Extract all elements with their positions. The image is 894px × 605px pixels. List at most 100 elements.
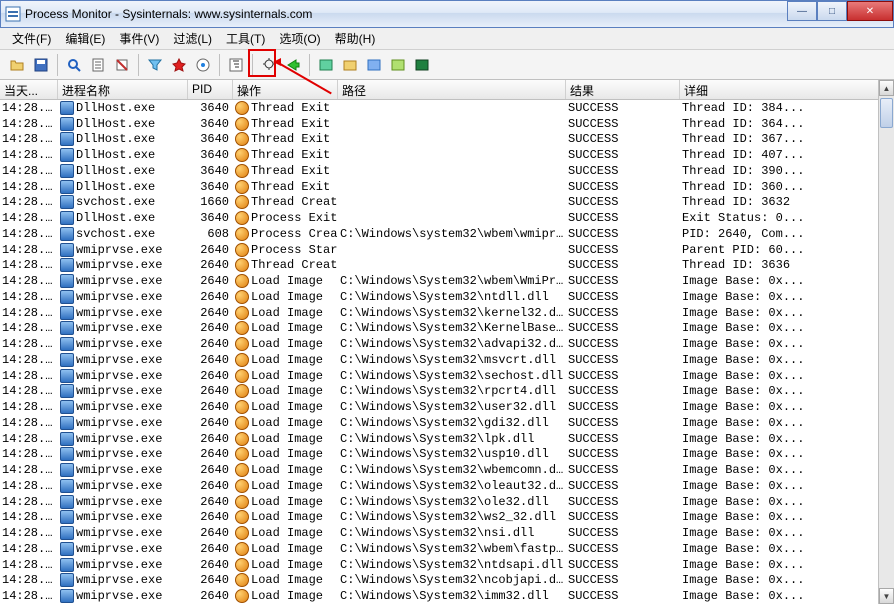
event-row[interactable]: 14:28...DllHost.exe3640Thread ExitSUCCES… [0,132,894,148]
event-row[interactable]: 14:28...DllHost.exe3640Thread ExitSUCCES… [0,147,894,163]
event-row[interactable]: 14:28...svchost.exe608Process CreateC:\W… [0,226,894,242]
event-list[interactable]: 14:28...DllHost.exe3640Thread ExitSUCCES… [0,100,894,604]
cell-result: SUCCESS [566,416,680,430]
scroll-track[interactable] [879,96,894,588]
processtree-icon[interactable] [225,54,247,76]
col-op[interactable]: 操作 [233,80,338,99]
event-row[interactable]: 14:28...wmiprvse.exe2640Load ImageC:\Win… [0,321,894,337]
cell-pid: 3640 [188,117,233,131]
cell-path: C:\Windows\system32\wbem\wmiprvs... [338,227,566,241]
process-icon [60,353,74,367]
network-activity-icon[interactable] [363,54,385,76]
cell-time: 14:28... [0,164,58,178]
highlight-icon[interactable] [168,54,190,76]
vertical-scrollbar[interactable]: ▲ ▼ [878,80,894,604]
menu-options[interactable]: 选项(O) [273,28,326,49]
event-row[interactable]: 14:28...wmiprvse.exe2640Load ImageC:\Win… [0,525,894,541]
filesystem-activity-icon[interactable] [339,54,361,76]
event-row[interactable]: 14:28...wmiprvse.exe2640Load ImageC:\Win… [0,494,894,510]
event-row[interactable]: 14:28...wmiprvse.exe2640Load ImageC:\Win… [0,289,894,305]
maximize-button[interactable]: □ [817,1,847,21]
cell-process: wmiprvse.exe [58,353,188,367]
cell-operation: Load Image [233,321,338,335]
event-row[interactable]: 14:28...wmiprvse.exe2640Load ImageC:\Win… [0,368,894,384]
operation-icon [235,526,249,540]
event-row[interactable]: 14:28...wmiprvse.exe2640Load ImageC:\Win… [0,462,894,478]
close-button[interactable]: ✕ [847,1,893,21]
scroll-up-icon[interactable]: ▲ [879,80,894,96]
capture-icon[interactable] [63,54,85,76]
menu-file[interactable]: 文件(F) [6,28,57,49]
event-row[interactable]: 14:28...wmiprvse.exe2640Load ImageC:\Win… [0,352,894,368]
event-row[interactable]: 14:28...DllHost.exe3640Thread ExitSUCCES… [0,100,894,116]
jumpto-icon[interactable] [282,54,304,76]
menu-help[interactable]: 帮助(H) [329,28,382,49]
clear-icon[interactable] [111,54,133,76]
menu-event[interactable]: 事件(V) [113,28,165,49]
event-row[interactable]: 14:28...wmiprvse.exe2640Load ImageC:\Win… [0,447,894,463]
event-row[interactable]: 14:28...DllHost.exe3640Thread ExitSUCCES… [0,116,894,132]
cell-detail: Parent PID: 60... [680,243,880,257]
event-row[interactable]: 14:28...wmiprvse.exe2640Load ImageC:\Win… [0,510,894,526]
cell-process: DllHost.exe [58,180,188,194]
cell-detail: Image Base: 0x... [680,321,880,335]
cell-pid: 2640 [188,526,233,540]
titlebar[interactable]: Process Monitor - Sysinternals: www.sysi… [0,0,894,28]
event-row[interactable]: 14:28...svchost.exe1660Thread CreateSUCC… [0,195,894,211]
event-row[interactable]: 14:28...wmiprvse.exe2640Load ImageC:\Win… [0,273,894,289]
event-row[interactable]: 14:28...wmiprvse.exe2640Load ImageC:\Win… [0,384,894,400]
operation-icon [235,400,249,414]
menu-filter[interactable]: 过滤(L) [167,28,218,49]
autoscroll-icon[interactable] [87,54,109,76]
cell-path: C:\Windows\System32\ntdsapi.dll [338,558,566,572]
event-row[interactable]: 14:28...wmiprvse.exe2640Load ImageC:\Win… [0,573,894,589]
col-pid[interactable]: PID [188,80,233,99]
cell-time: 14:28... [0,589,58,603]
event-row[interactable]: 14:28...wmiprvse.exe2640Load ImageC:\Win… [0,399,894,415]
event-row[interactable]: 14:28...wmiprvse.exe2640Process StartSUC… [0,242,894,258]
event-row[interactable]: 14:28...DllHost.exe3640Process ExitSUCCE… [0,210,894,226]
operation-icon [235,148,249,162]
profiling-activity-icon[interactable] [411,54,433,76]
event-row[interactable]: 14:28...wmiprvse.exe2640Load ImageC:\Win… [0,415,894,431]
cell-operation: Load Image [233,290,338,304]
process-icon [60,306,74,320]
minimize-button[interactable]: — [787,1,817,21]
cell-pid: 3640 [188,132,233,146]
event-row[interactable]: 14:28...wmiprvse.exe2640Load ImageC:\Win… [0,431,894,447]
process-icon [60,148,74,162]
include-icon[interactable] [192,54,214,76]
event-row[interactable]: 14:28...wmiprvse.exe2640Thread CreateSUC… [0,258,894,274]
cell-result: SUCCESS [566,384,680,398]
col-time[interactable]: 当天... [0,80,58,99]
event-row[interactable]: 14:28...DllHost.exe3640Thread ExitSUCCES… [0,179,894,195]
cell-result: SUCCESS [566,589,680,603]
col-path[interactable]: 路径 [338,80,566,99]
event-row[interactable]: 14:28...DllHost.exe3640Thread ExitSUCCES… [0,163,894,179]
process-activity-icon[interactable] [387,54,409,76]
cell-time: 14:28... [0,274,58,288]
col-result[interactable]: 结果 [566,80,680,99]
filter-icon[interactable] [144,54,166,76]
event-row[interactable]: 14:28...wmiprvse.exe2640Load ImageC:\Win… [0,541,894,557]
process-icon [60,132,74,146]
scroll-down-icon[interactable]: ▼ [879,588,894,604]
registry-activity-icon[interactable] [315,54,337,76]
event-row[interactable]: 14:28...wmiprvse.exe2640Load ImageC:\Win… [0,336,894,352]
scroll-thumb[interactable] [880,98,893,128]
cell-pid: 2640 [188,353,233,367]
cell-pid: 2640 [188,416,233,430]
event-row[interactable]: 14:28...wmiprvse.exe2640Load ImageC:\Win… [0,478,894,494]
menu-tools[interactable]: 工具(T) [220,28,271,49]
col-detail[interactable]: 详细 [680,80,880,99]
cell-result: SUCCESS [566,148,680,162]
save-icon[interactable] [30,54,52,76]
event-row[interactable]: 14:28...wmiprvse.exe2640Load ImageC:\Win… [0,557,894,573]
menu-edit[interactable]: 编辑(E) [59,28,111,49]
event-row[interactable]: 14:28...wmiprvse.exe2640Load ImageC:\Win… [0,305,894,321]
open-icon[interactable] [6,54,28,76]
find-icon[interactable] [258,54,280,76]
col-proc[interactable]: 进程名称 [58,80,188,99]
operation-icon [235,353,249,367]
event-row[interactable]: 14:28...wmiprvse.exe2640Load ImageC:\Win… [0,588,894,604]
